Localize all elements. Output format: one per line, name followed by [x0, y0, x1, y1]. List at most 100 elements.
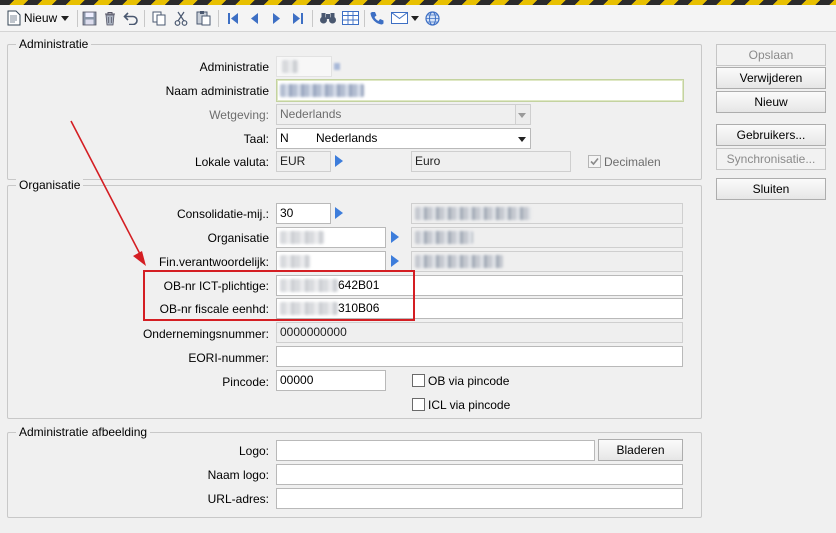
last-record-button[interactable]	[289, 8, 307, 28]
chevron-down-icon	[518, 113, 526, 118]
email-button[interactable]	[389, 8, 421, 28]
taal-label: Taal:	[243, 132, 269, 146]
email-icon	[391, 12, 408, 24]
first-record-button[interactable]	[224, 8, 242, 28]
copy-icon	[152, 11, 165, 25]
fin-verantwoordelijk-label: Fin.verantwoordelijk:	[158, 255, 269, 269]
redacted-text	[415, 231, 473, 245]
save-button[interactable]	[80, 8, 98, 28]
toolbar: Nieuw	[0, 5, 836, 32]
administratie-afbeelding-legend: Administratie afbeelding	[16, 425, 151, 439]
chevron-down-icon	[411, 15, 419, 21]
logo-label: Logo:	[238, 444, 269, 458]
new-button[interactable]: Nieuw	[3, 8, 73, 28]
wetgeving-label: Wetgeving:	[209, 108, 269, 122]
toolbar-separator	[77, 10, 78, 27]
chevron-down-icon	[518, 137, 526, 142]
redacted-text	[282, 60, 298, 74]
previous-record-button[interactable]	[246, 8, 264, 28]
sluiten-button[interactable]: Sluiten	[716, 178, 826, 200]
ondernemingsnummer-field: 0000000000	[276, 322, 683, 343]
wetgeving-select[interactable]: Nederlands	[276, 104, 531, 125]
administratie-label: Administratie	[199, 60, 269, 74]
new-document-icon	[7, 10, 21, 26]
grid-view-button[interactable]	[340, 8, 360, 28]
wetgeving-dropdown-button[interactable]	[515, 105, 530, 124]
toolbar-separator	[364, 10, 365, 27]
naam-logo-label: Naam logo:	[207, 468, 269, 482]
redacted-text	[415, 255, 503, 269]
save-icon	[82, 11, 96, 25]
administratie-legend: Administratie	[16, 37, 92, 51]
decimalen-checkbox[interactable]	[588, 155, 601, 168]
undo-button[interactable]	[122, 8, 140, 28]
globe-icon	[424, 10, 440, 26]
last-record-icon	[293, 12, 303, 24]
eori-nummer-label: EORI-nummer:	[188, 351, 269, 365]
organisatie-lookup-arrow-icon[interactable]	[391, 231, 399, 243]
next-record-icon	[273, 12, 280, 24]
cut-icon	[174, 11, 188, 26]
administratie-code-field[interactable]	[276, 56, 332, 77]
verwijderen-button[interactable]: Verwijderen	[716, 67, 826, 89]
wetgeving-value: Nederlands	[280, 107, 342, 121]
search-button[interactable]	[318, 8, 338, 28]
toolbar-separator	[312, 10, 313, 27]
organisatie-legend: Organisatie	[16, 178, 84, 192]
organisatie-label: Organisatie	[207, 231, 269, 245]
eori-nummer-field[interactable]	[276, 346, 683, 367]
redacted-text	[280, 83, 364, 97]
pincode-field[interactable]: 00000	[276, 370, 386, 391]
copy-button[interactable]	[150, 8, 168, 28]
redacted-mark	[334, 63, 340, 70]
checkmark-icon	[590, 157, 599, 166]
naam-administratie-field[interactable]	[276, 79, 684, 102]
pincode-label: Pincode:	[222, 375, 269, 389]
toolbar-separator	[144, 10, 145, 27]
icl-via-pincode-checkbox[interactable]	[412, 398, 425, 411]
nieuw-button[interactable]: Nieuw	[716, 91, 826, 113]
binoculars-search-icon	[320, 13, 336, 24]
delete-button[interactable]	[101, 8, 119, 28]
fin-verantwoordelijk-field[interactable]	[276, 251, 386, 272]
first-record-icon	[228, 12, 238, 24]
consolidatie-label: Consolidatie-mij.:	[176, 207, 269, 221]
previous-record-icon	[251, 12, 258, 24]
next-record-button[interactable]	[267, 8, 285, 28]
web-button[interactable]	[423, 8, 441, 28]
synchronisatie-button[interactable]: Synchronisatie...	[716, 148, 826, 170]
consolidatie-lookup-arrow-icon[interactable]	[335, 207, 343, 219]
naam-administratie-label: Naam administratie	[165, 84, 269, 98]
opslaan-button[interactable]: Opslaan	[716, 44, 826, 66]
url-adres-field[interactable]	[276, 488, 683, 509]
fin-verantwoordelijk-lookup-arrow-icon[interactable]	[391, 255, 399, 267]
phone-icon	[370, 12, 384, 25]
ob-via-pincode-label: OB via pincode	[428, 374, 510, 388]
bladeren-button[interactable]: Bladeren	[598, 439, 683, 461]
redacted-text	[280, 255, 310, 269]
delete-icon	[105, 11, 115, 25]
paste-icon	[196, 11, 210, 26]
fin-verantwoordelijk-name-field	[411, 251, 683, 272]
toolbar-separator	[218, 10, 219, 27]
paste-button[interactable]	[194, 8, 212, 28]
consolidatie-name-field	[411, 203, 683, 224]
phone-button[interactable]	[368, 8, 386, 28]
lokale-valuta-code-field: EUR	[276, 151, 331, 172]
gebruikers-button[interactable]: Gebruikers...	[716, 124, 826, 146]
grid-view-icon	[341, 11, 359, 25]
decimalen-label: Decimalen	[604, 155, 661, 169]
organisatie-field[interactable]	[276, 227, 386, 248]
logo-field[interactable]	[276, 440, 595, 461]
cut-button[interactable]	[172, 8, 190, 28]
naam-logo-field[interactable]	[276, 464, 683, 485]
organisatie-name-field	[411, 227, 683, 248]
taal-value: Nederlands	[316, 131, 378, 145]
ob-via-pincode-checkbox[interactable]	[412, 374, 425, 387]
valuta-lookup-arrow-icon[interactable]	[335, 155, 343, 167]
consolidatie-field[interactable]: 30	[276, 203, 331, 224]
taal-select[interactable]: N Nederlands	[276, 128, 531, 149]
chevron-down-icon	[61, 15, 70, 21]
taal-code: N	[280, 131, 289, 145]
undo-icon	[123, 12, 138, 25]
